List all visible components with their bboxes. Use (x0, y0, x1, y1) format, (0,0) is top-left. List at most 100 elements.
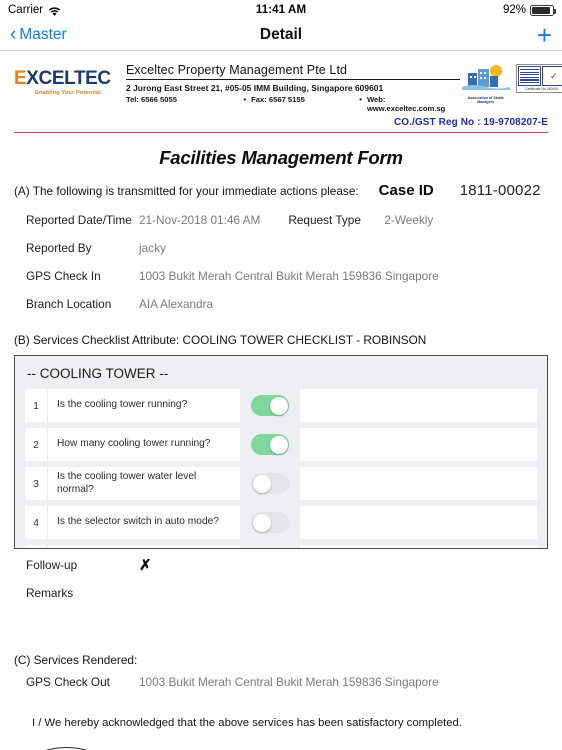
company-tel: Tel: 6566 5055 (126, 95, 177, 104)
checklist-row-number: 4 (25, 506, 47, 539)
toggle-knob (252, 474, 271, 493)
request-type-group: Request Type 2-Weekly (288, 213, 433, 227)
checklist-answer-field[interactable] (300, 506, 537, 539)
case-id-value: 1811-00022 (459, 182, 541, 199)
checklist-toggle-cell[interactable] (240, 389, 300, 422)
checklist-row-question: Is there any burn marks of electrical co… (47, 545, 240, 548)
checklist-row[interactable]: 3 Is the cooling tower water level norma… (25, 467, 537, 500)
toggle-knob (252, 513, 271, 532)
remarks-row: Remarks (14, 579, 548, 607)
checklist-row-number: 3 (25, 467, 47, 500)
iso-cert-mark-2: ✓ (542, 66, 562, 86)
follow-up-label: Follow-up (26, 558, 78, 572)
logo-first-letter: E (14, 68, 27, 89)
company-contact: Tel: 6566 5055 • Fax: 6567 5155 • Web: w… (126, 95, 460, 113)
reported-fields: Reported Date/Time 21-Nov-2018 01:46 AM … (14, 213, 548, 325)
back-button-label: Master (19, 26, 67, 43)
checklist-row[interactable]: 5 Is there any burn marks of electrical … (25, 545, 537, 548)
battery-percent-label: 92% (502, 4, 527, 16)
strata-logo-caption: Association of Strata Managers (467, 96, 504, 104)
section-b-text: (B) Services Checklist Attribute: COOLIN… (14, 333, 427, 347)
case-id-label: Case ID (378, 182, 434, 199)
letterhead-divider (126, 79, 460, 80)
checklist-toggle-cell[interactable] (240, 467, 300, 500)
checklist-toggle[interactable] (251, 434, 289, 455)
services-checklist[interactable]: -- COOLING TOWER -- 1 Is the cooling tow… (14, 355, 548, 549)
toggle-knob (269, 396, 288, 415)
acknowledged-by-field[interactable]: mm (201, 741, 362, 750)
checklist-toggle[interactable] (251, 473, 289, 494)
reported-datetime-value: 21-Nov-2018 01:46 AM (139, 213, 261, 227)
reported-datetime-label: Reported Date/Time (26, 213, 132, 227)
checklist-answer-field[interactable] (300, 545, 537, 548)
back-button[interactable]: ‹ Master (10, 23, 67, 45)
bullet-separator-1: • (243, 95, 247, 104)
checklist-answer-field[interactable] (300, 389, 537, 422)
chevron-left-icon: ‹ (10, 23, 17, 45)
red-divider (14, 132, 548, 133)
checklist-row-question: Is the cooling tower running? (47, 389, 240, 422)
company-name: Exceltec Property Management Pte Ltd (126, 63, 348, 77)
company-address: 2 Jurong East Street 21, #05-05 IMM Buil… (126, 83, 384, 93)
signature-drawing (45, 746, 88, 750)
company-logo-text: EXCELTEC (14, 69, 122, 88)
checklist-toggle-cell[interactable] (240, 506, 300, 539)
checklist-toggle[interactable] (251, 512, 289, 533)
field-row-gps-check-in: GPS Check In 1003 Bukit Merah Central Bu… (14, 269, 548, 297)
status-bar: Carrier 11:41 AM 92% (0, 0, 562, 20)
form-title: Facilities Management Form (159, 147, 403, 168)
strata-managers-logo: Association of Strata Managers (460, 64, 512, 104)
remarks-label: Remarks (26, 586, 74, 600)
follow-up-cross-icon[interactable]: ✗ (139, 556, 152, 574)
navigation-bar: ‹ Master Detail + (0, 20, 562, 51)
signature-canvas[interactable] (22, 741, 183, 750)
section-a-text: (A) The following is transmitted for you… (14, 184, 359, 198)
gps-check-out-label: GPS Check Out (26, 675, 110, 689)
checklist-row-question: How many cooling tower running? (47, 428, 240, 461)
signature-block-completed-datetime[interactable]: 21-Nov-2018 01:46 AM Completed Date/Time (379, 741, 540, 750)
letterhead: EXCELTEC Enabling Your Potential Excelte… (14, 59, 562, 113)
request-type-label: Request Type (288, 213, 361, 227)
checklist-group-title: -- COOLING TOWER -- (27, 366, 169, 381)
section-c-text: (C) Services Rendered: (14, 653, 138, 667)
checklist-row-question: Is the selector switch in auto mode? (47, 506, 240, 539)
add-button[interactable]: + (537, 22, 552, 48)
signature-block-signature[interactable]: Signature (22, 741, 183, 750)
checklist-answer-field[interactable] (300, 467, 537, 500)
checklist-toggle-cell[interactable] (240, 545, 300, 548)
gps-check-in-value: 1003 Bukit Merah Central Bukit Merah 159… (139, 269, 439, 283)
status-bar-clock: 11:41 AM (255, 4, 307, 16)
signature-block-acknowledged-by[interactable]: mm Acknowledged By (201, 741, 362, 750)
company-details: Exceltec Property Management Pte Ltd 2 J… (122, 63, 460, 113)
wifi-icon (48, 6, 61, 17)
checklist-answer-field[interactable] (300, 428, 537, 461)
checklist-row-number: 5 (25, 545, 47, 548)
checklist-row[interactable]: 1 Is the cooling tower running? (25, 389, 537, 422)
battery-icon (530, 4, 557, 16)
iso-cert-mark-1 (517, 66, 542, 86)
acknowledgement-text: I / We hereby acknowledged that the abov… (32, 717, 462, 729)
gps-check-in-label: GPS Check In (26, 269, 101, 283)
checklist-row[interactable]: 2 How many cooling tower running? (25, 428, 537, 461)
company-fax: Fax: 6567 5155 (251, 95, 305, 104)
check-icon: ✓ (550, 70, 558, 81)
page-title: Detail (259, 26, 303, 43)
branch-location-label: Branch Location (26, 297, 112, 311)
iso-certification-badge: ✓ Certificate No.240605 (515, 64, 562, 93)
checklist-toggle-cell[interactable] (240, 428, 300, 461)
field-row-reported-by: Reported By jacky (14, 241, 548, 269)
request-type-value: 2-Weekly (384, 213, 434, 227)
app-screen: Carrier 11:41 AM 92% ‹ Master Detail + E… (0, 0, 562, 750)
checklist-toggle[interactable] (251, 395, 289, 416)
certification-logos: Association of Strata Managers ✓ Certifi… (460, 63, 562, 104)
checklist-row[interactable]: 4 Is the selector switch in auto mode? (25, 506, 537, 539)
company-web: Web: www.exceltec.com.sg (366, 95, 446, 113)
company-tagline: Enabling Your Potential (34, 90, 102, 96)
reported-by-value: jacky (139, 241, 166, 255)
gps-check-out-value: 1003 Bukit Merah Central Bukit Merah 159… (139, 675, 439, 689)
section-a-header: (A) The following is transmitted for you… (14, 182, 548, 199)
field-row-gps-check-out: GPS Check Out 1003 Bukit Merah Central B… (14, 675, 548, 703)
form-document: EXCELTEC Enabling Your Potential Excelte… (0, 51, 562, 750)
completed-datetime-field[interactable]: 21-Nov-2018 01:46 AM (379, 741, 540, 750)
carrier-label: Carrier (8, 4, 44, 16)
